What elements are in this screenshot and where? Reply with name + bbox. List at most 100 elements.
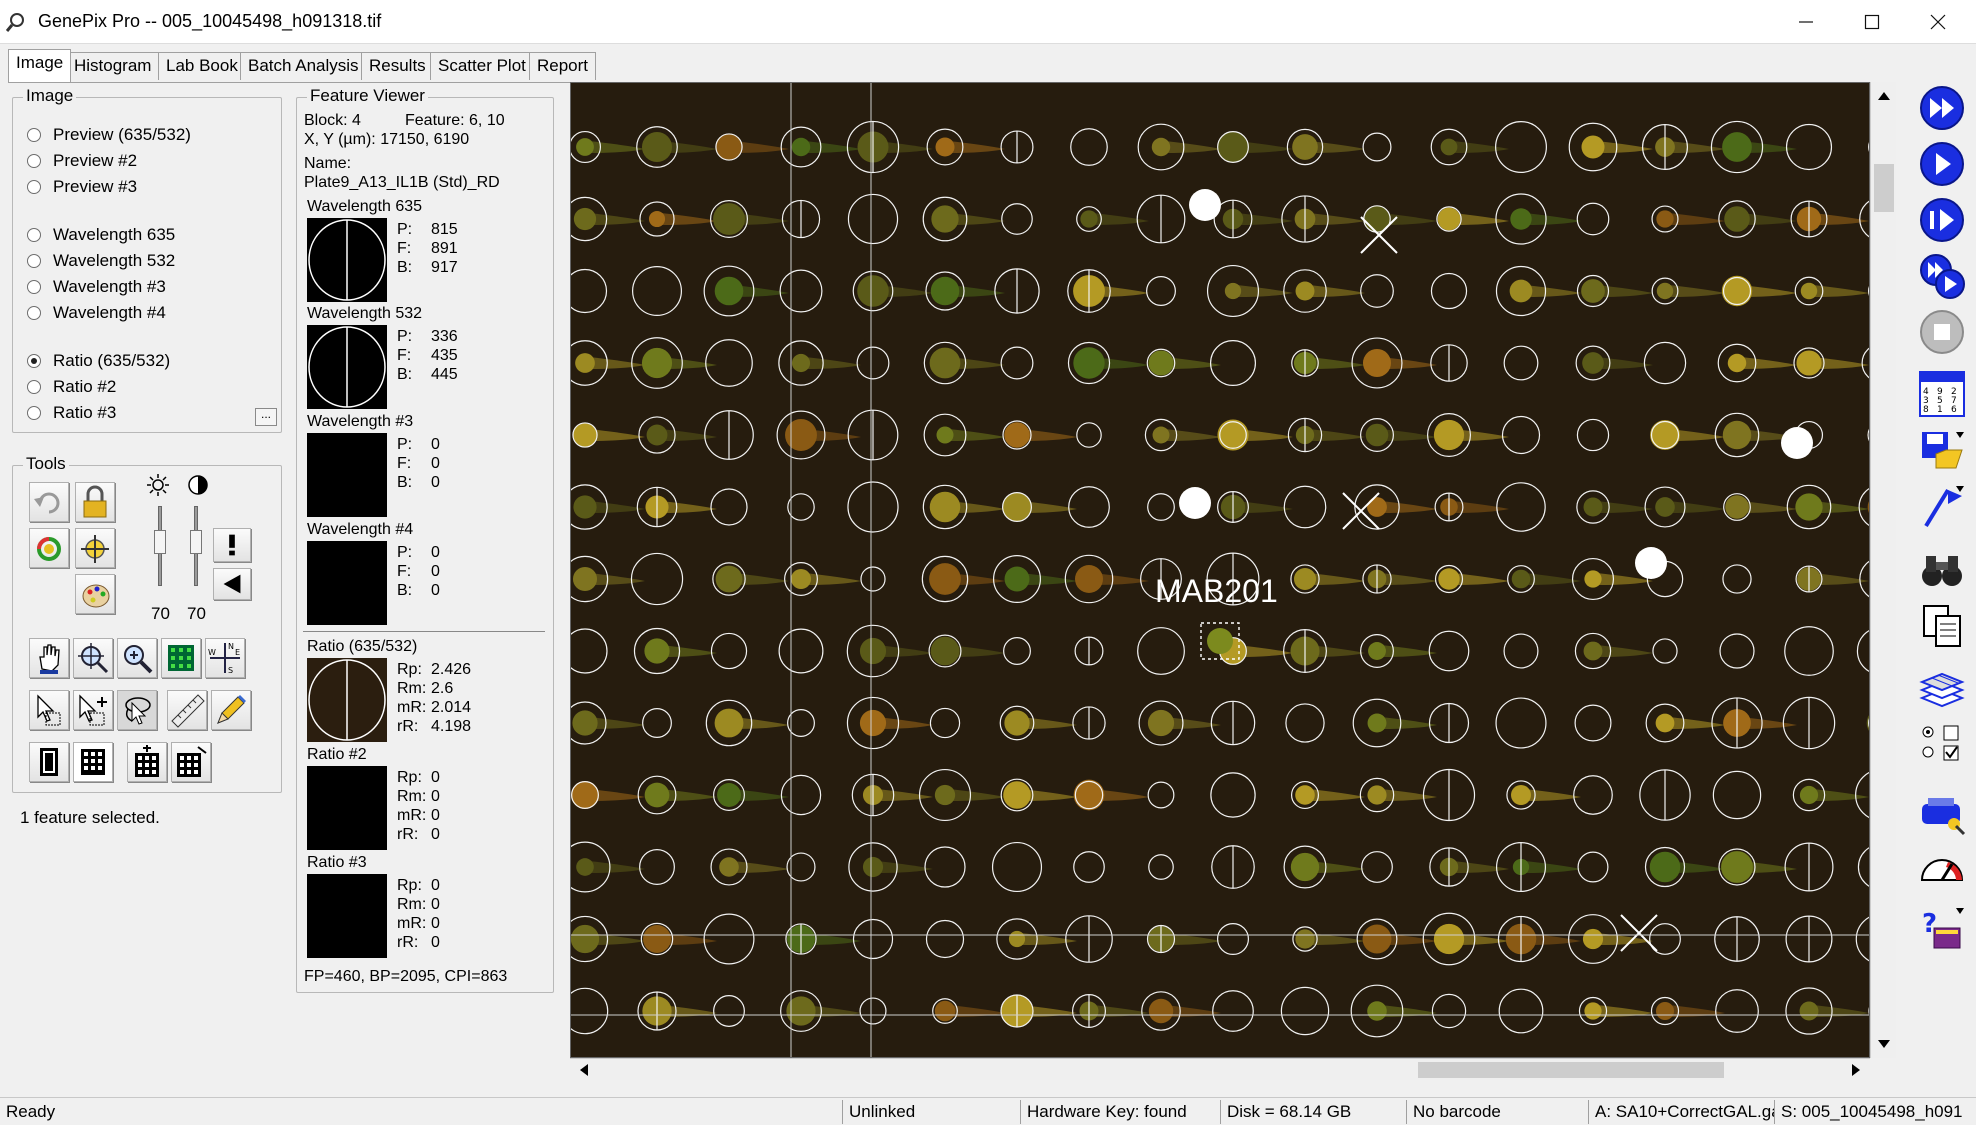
undo-button[interactable] — [29, 482, 69, 522]
brightness-slider-thumb[interactable] — [154, 530, 166, 554]
barcode-button[interactable]: 438951276 — [1916, 368, 1968, 420]
microarray-image-view[interactable]: MAB201 — [570, 82, 1870, 1058]
radio-indicator[interactable] — [27, 406, 41, 420]
alert-button[interactable] — [213, 528, 251, 562]
svg-text:E: E — [235, 648, 240, 657]
play-next-button[interactable] — [1916, 250, 1968, 302]
copy-button[interactable] — [1916, 600, 1968, 652]
spot-fill — [713, 203, 745, 235]
scanner-button[interactable] — [1916, 786, 1968, 838]
radio-indicator[interactable] — [27, 280, 41, 294]
grid-add-button[interactable] — [127, 742, 167, 782]
radio-indicator[interactable] — [27, 306, 41, 320]
play-button[interactable] — [1916, 138, 1968, 190]
status-barcode: No barcode — [1406, 1100, 1592, 1124]
vertical-scroll-thumb[interactable] — [1874, 164, 1894, 212]
feature-circle — [1068, 486, 1110, 528]
feature-circle — [778, 628, 824, 674]
block-button[interactable] — [29, 742, 69, 782]
spot-fill — [1656, 282, 1674, 300]
maximize-button[interactable] — [1842, 0, 1902, 44]
ruler-button[interactable] — [167, 690, 207, 730]
tab-image[interactable]: Image — [8, 49, 72, 82]
palette-button[interactable] — [75, 574, 115, 614]
fast-forward-button[interactable] — [1916, 82, 1968, 134]
radio-preview-3[interactable]: Preview #3 — [27, 176, 137, 198]
select-button[interactable] — [29, 690, 69, 730]
radio-indicator[interactable] — [27, 128, 41, 142]
scroll-left-icon[interactable] — [574, 1059, 594, 1081]
feature-circle — [860, 566, 886, 592]
stop-button[interactable] — [1916, 306, 1968, 358]
spot-streak — [661, 429, 717, 441]
single-step-button[interactable] — [1916, 194, 1968, 246]
grid-button[interactable] — [73, 742, 113, 782]
contrast-slider-thumb[interactable] — [190, 530, 202, 554]
find-button[interactable] — [1916, 544, 1968, 596]
more-options-button[interactable]: ... — [255, 408, 277, 426]
radio-indicator[interactable] — [27, 180, 41, 194]
feature-circle — [991, 841, 1043, 893]
options-button[interactable] — [1916, 718, 1968, 770]
flag-button[interactable] — [1916, 480, 1968, 532]
scroll-down-icon[interactable] — [1872, 1034, 1896, 1054]
pan-button[interactable] — [29, 638, 69, 678]
zoom-in-button[interactable] — [117, 638, 157, 678]
scroll-up-icon[interactable] — [1872, 86, 1896, 106]
tab-batch-analysis[interactable]: Batch Analysis — [240, 52, 367, 80]
radio-wavelength-635[interactable]: Wavelength 635 — [27, 224, 175, 246]
tab-scatter-plot[interactable]: Scatter Plot — [430, 52, 534, 80]
ratio-2-title: Ratio #2 — [307, 746, 367, 763]
radio-indicator[interactable] — [27, 380, 41, 394]
spot-fill — [1293, 567, 1317, 591]
select-icon — [37, 694, 61, 726]
lasso-button[interactable] — [117, 690, 157, 730]
image-horizontal-scrollbar[interactable] — [570, 1058, 1870, 1080]
spot-fill — [859, 709, 887, 737]
radio-ratio-3[interactable]: Ratio #3 — [27, 402, 116, 424]
spot-fill — [1073, 347, 1105, 379]
close-button[interactable] — [1908, 0, 1968, 44]
radio-indicator-selected[interactable] — [27, 354, 41, 368]
radio-indicator[interactable] — [27, 254, 41, 268]
radio-ratio-2[interactable]: Ratio #2 — [27, 376, 116, 398]
hand-icon — [39, 644, 60, 674]
radio-indicator[interactable] — [27, 154, 41, 168]
compass-button[interactable]: N W ES — [205, 638, 245, 678]
help-button[interactable]: ? — [1916, 902, 1968, 954]
radio-indicator[interactable] — [27, 228, 41, 242]
save-open-button[interactable] — [1916, 424, 1968, 476]
compass-icon: N W ES — [208, 642, 240, 675]
microarray-spots[interactable] — [571, 83, 1870, 1058]
radio-ratio-635-532[interactable]: Ratio (635/532) — [27, 350, 170, 372]
gauge-button[interactable] — [1916, 842, 1968, 894]
crosshair-button[interactable] — [75, 528, 115, 568]
color-cycle-button[interactable] — [29, 528, 69, 568]
spot-fill — [714, 276, 744, 306]
radio-wavelength-4[interactable]: Wavelength #4 — [27, 302, 166, 324]
radio-preview-635-532[interactable]: Preview (635/532) — [27, 124, 191, 146]
select-add-button[interactable] — [73, 690, 113, 730]
ratio-3-thumbnail — [307, 874, 387, 958]
grid-edit-button[interactable] — [171, 742, 211, 782]
grid-green-button[interactable] — [161, 638, 201, 678]
stack-button[interactable] — [1916, 664, 1968, 716]
play-back-button[interactable] — [213, 568, 251, 600]
radio-wavelength-3[interactable]: Wavelength #3 — [27, 276, 166, 298]
horizontal-scroll-thumb[interactable] — [1418, 1062, 1724, 1078]
radio-wavelength-532[interactable]: Wavelength 532 — [27, 250, 175, 272]
image-vertical-scrollbar[interactable] — [1870, 82, 1896, 1058]
tab-report[interactable]: Report — [529, 52, 597, 80]
pencil-button[interactable] — [211, 690, 251, 730]
svg-text:8: 8 — [1923, 405, 1929, 415]
tab-results[interactable]: Results — [361, 52, 434, 80]
feature-circle — [1785, 123, 1833, 171]
lock-button[interactable] — [75, 482, 115, 522]
tab-lab-book[interactable]: Lab Book — [158, 52, 246, 80]
tab-histogram[interactable]: Histogram — [66, 52, 160, 80]
radio-preview-2[interactable]: Preview #2 — [27, 150, 137, 172]
minimize-button[interactable] — [1776, 0, 1836, 44]
scroll-right-icon[interactable] — [1846, 1059, 1866, 1081]
feature-circle — [779, 269, 823, 313]
zoom-target-button[interactable] — [73, 638, 113, 678]
